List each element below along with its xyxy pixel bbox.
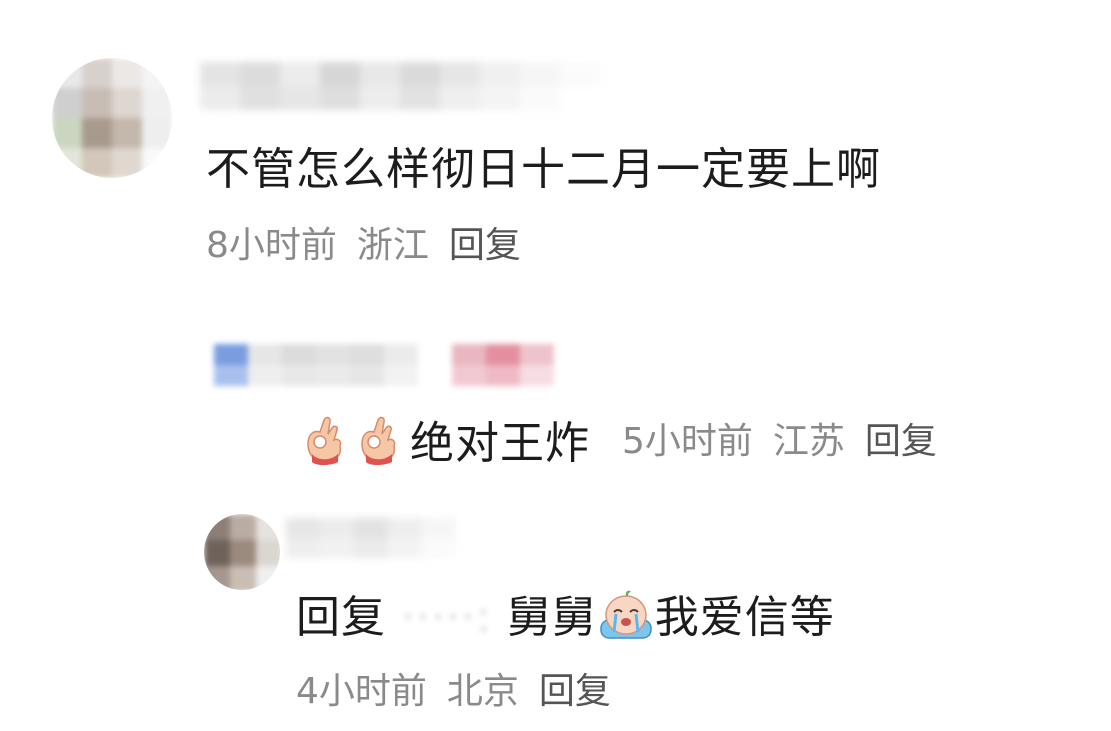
comment-text-tail: 我爱信等 xyxy=(654,592,835,643)
username[interactable] xyxy=(200,62,600,110)
reply-prefix: 回复 xyxy=(296,592,386,643)
comment-time: 4小时前 xyxy=(296,671,427,712)
comment-meta: 4小时前 北京 回复 xyxy=(296,670,611,714)
comment-text: 舅舅 xyxy=(506,592,597,643)
comment-location: 浙江 xyxy=(356,225,429,266)
mentioned-user[interactable]: ·····: xyxy=(401,592,492,644)
comment-time: 8小时前 xyxy=(206,225,337,266)
comment-meta: 8小时前 浙江 回复 xyxy=(206,224,521,268)
crying-face-icon xyxy=(600,590,652,639)
comment-text-row: 绝对王炸 xyxy=(302,414,590,470)
comment-location: 北京 xyxy=(446,671,519,712)
comment-meta: 5小时前 江苏 回复 xyxy=(622,420,937,464)
username[interactable] xyxy=(286,518,456,558)
comment-text: 不管怎么样彻日十二月一定要上啊 xyxy=(206,144,881,195)
reply-button[interactable]: 回复 xyxy=(865,421,937,462)
comment-text-row: 回复 ·····: 舅舅 我爱信等 xyxy=(296,588,835,644)
avatar[interactable] xyxy=(52,58,172,178)
reply-button[interactable]: 回复 xyxy=(539,671,611,712)
username[interactable] xyxy=(214,344,554,386)
avatar[interactable] xyxy=(204,514,280,590)
reply-button[interactable]: 回复 xyxy=(449,225,521,266)
ok-hand-icon xyxy=(361,416,396,465)
comment-location: 江苏 xyxy=(772,421,845,462)
comment-text: 绝对王炸 xyxy=(410,418,590,469)
comment-time: 5小时前 xyxy=(622,421,753,462)
ok-hand-icon xyxy=(307,416,342,465)
